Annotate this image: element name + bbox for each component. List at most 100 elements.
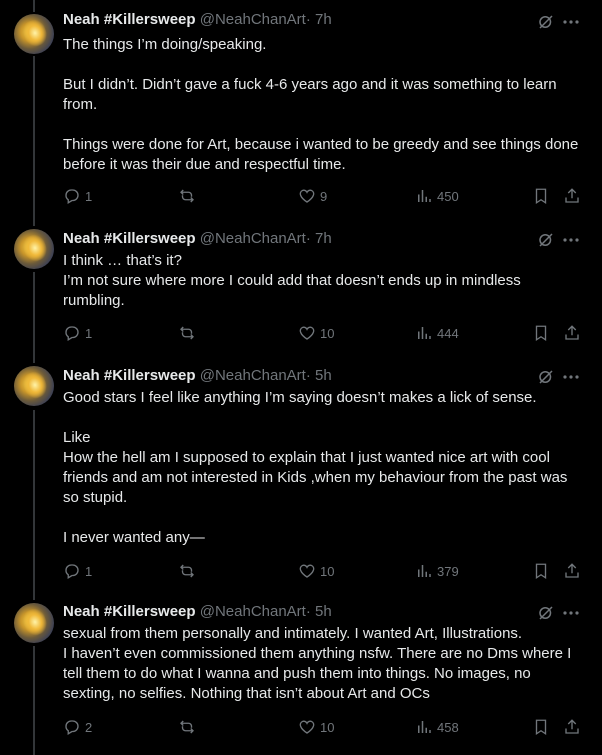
grok-icon[interactable] bbox=[537, 13, 555, 31]
author-name[interactable]: Neah #Killersweep bbox=[63, 230, 196, 247]
action-bar: 1 10 379 bbox=[63, 561, 583, 581]
more-icon[interactable] bbox=[563, 14, 579, 30]
retweet-icon bbox=[180, 326, 194, 340]
share-button[interactable] bbox=[563, 323, 581, 343]
timestamp[interactable]: 7h bbox=[315, 230, 332, 247]
avatar[interactable] bbox=[14, 366, 54, 406]
grok-icon[interactable] bbox=[537, 368, 555, 386]
author-handle[interactable]: @NeahChanArt bbox=[200, 11, 306, 28]
like-count: 10 bbox=[320, 563, 335, 579]
like-button[interactable]: 9 bbox=[298, 186, 327, 206]
timestamp[interactable]: 7h bbox=[315, 11, 332, 28]
tweet-text: sexual from them personally and intimate… bbox=[63, 624, 583, 704]
more-icon[interactable] bbox=[563, 369, 579, 385]
tweet-text: I think … that’s it? I’m not sure where … bbox=[63, 251, 583, 311]
avatar[interactable] bbox=[14, 603, 54, 643]
author-name[interactable]: Neah #Killersweep bbox=[63, 367, 196, 384]
heart-icon bbox=[299, 720, 315, 734]
retweet-icon bbox=[180, 564, 194, 578]
bookmark-icon bbox=[535, 325, 547, 342]
heart-icon bbox=[299, 326, 315, 340]
like-count: 10 bbox=[320, 325, 335, 341]
share-icon bbox=[565, 719, 579, 734]
reply-button[interactable]: 1 bbox=[63, 561, 92, 581]
tweet-paragraph: But I didn’t. Didn’t gave a fuck 4-6 yea… bbox=[63, 76, 561, 113]
tweet-paragraph: I never wanted any— bbox=[63, 529, 205, 546]
views-button[interactable]: 450 bbox=[415, 186, 459, 206]
views-icon bbox=[418, 327, 431, 339]
like-count: 9 bbox=[320, 188, 328, 204]
retweet-icon bbox=[180, 189, 194, 203]
view-count: 444 bbox=[437, 325, 459, 341]
views-button[interactable]: 444 bbox=[415, 323, 459, 343]
more-icon[interactable] bbox=[563, 232, 579, 248]
tweet-paragraph: I think … that’s it? I’m not sure where … bbox=[63, 252, 521, 309]
thread-line bbox=[33, 56, 35, 226]
tweet-text: Good stars I feel like anything I’m sayi… bbox=[63, 388, 583, 548]
timestamp[interactable]: 5h bbox=[315, 603, 332, 620]
share-button[interactable] bbox=[563, 186, 581, 206]
like-button[interactable]: 10 bbox=[298, 561, 334, 581]
bookmark-button[interactable] bbox=[532, 186, 550, 206]
avatar[interactable] bbox=[14, 14, 54, 54]
share-icon bbox=[565, 325, 579, 340]
more-icon[interactable] bbox=[563, 605, 579, 621]
retweet-button[interactable] bbox=[178, 717, 200, 737]
tweet-text: The things I’m doing/speaking. But I did… bbox=[63, 35, 583, 175]
author-handle[interactable]: @NeahChanArt bbox=[200, 230, 306, 247]
reply-icon bbox=[65, 564, 79, 579]
retweet-button[interactable] bbox=[178, 561, 200, 581]
views-button[interactable]: 458 bbox=[415, 717, 459, 737]
reply-icon bbox=[65, 720, 79, 735]
view-count: 450 bbox=[437, 188, 459, 204]
views-icon bbox=[418, 565, 431, 577]
author-handle[interactable]: @NeahChanArt bbox=[200, 367, 306, 384]
grok-icon[interactable] bbox=[537, 231, 555, 249]
tweet-header: Neah #Killersweep @NeahChanArt· 7h bbox=[63, 10, 332, 30]
thread-line bbox=[33, 0, 35, 12]
bookmark-button[interactable] bbox=[532, 561, 550, 581]
grok-icon[interactable] bbox=[537, 604, 555, 622]
tweet-header: Neah #Killersweep @NeahChanArt· 5h bbox=[63, 366, 332, 386]
separator: · bbox=[305, 11, 311, 28]
reply-button[interactable]: 1 bbox=[63, 186, 92, 206]
reply-button[interactable]: 2 bbox=[63, 717, 92, 737]
reply-count: 1 bbox=[85, 325, 93, 341]
reply-icon bbox=[65, 189, 79, 204]
avatar[interactable] bbox=[14, 229, 54, 269]
separator: · bbox=[305, 603, 311, 620]
action-bar: 2 10 458 bbox=[63, 717, 583, 737]
bookmark-button[interactable] bbox=[532, 717, 550, 737]
author-handle[interactable]: @NeahChanArt bbox=[200, 603, 306, 620]
views-button[interactable]: 379 bbox=[415, 561, 459, 581]
retweet-button[interactable] bbox=[178, 186, 200, 206]
share-button[interactable] bbox=[563, 561, 581, 581]
thread-line bbox=[33, 646, 35, 755]
thread-line bbox=[33, 410, 35, 600]
view-count: 458 bbox=[437, 719, 459, 735]
like-button[interactable]: 10 bbox=[298, 717, 334, 737]
bookmark-icon bbox=[535, 719, 547, 736]
separator: · bbox=[305, 230, 311, 247]
author-name[interactable]: Neah #Killersweep bbox=[63, 603, 196, 620]
action-bar: 1 10 444 bbox=[63, 323, 583, 343]
retweet-button[interactable] bbox=[178, 323, 200, 343]
author-name[interactable]: Neah #Killersweep bbox=[63, 11, 196, 28]
reply-button[interactable]: 1 bbox=[63, 323, 92, 343]
like-button[interactable]: 10 bbox=[298, 323, 334, 343]
heart-icon bbox=[299, 564, 315, 578]
bookmark-button[interactable] bbox=[532, 323, 550, 343]
share-button[interactable] bbox=[563, 717, 581, 737]
thread-line bbox=[33, 272, 35, 363]
reply-count: 2 bbox=[85, 719, 93, 735]
tweet-header: Neah #Killersweep @NeahChanArt· 5h bbox=[63, 602, 332, 622]
reply-count: 1 bbox=[85, 563, 93, 579]
tweet-paragraph: Good stars I feel like anything I’m sayi… bbox=[63, 389, 537, 406]
separator: · bbox=[305, 367, 311, 384]
like-count: 10 bbox=[320, 719, 335, 735]
bookmark-icon bbox=[535, 188, 547, 205]
views-icon bbox=[418, 721, 431, 733]
bookmark-icon bbox=[535, 563, 547, 580]
timestamp[interactable]: 5h bbox=[315, 367, 332, 384]
heart-icon bbox=[299, 189, 315, 203]
